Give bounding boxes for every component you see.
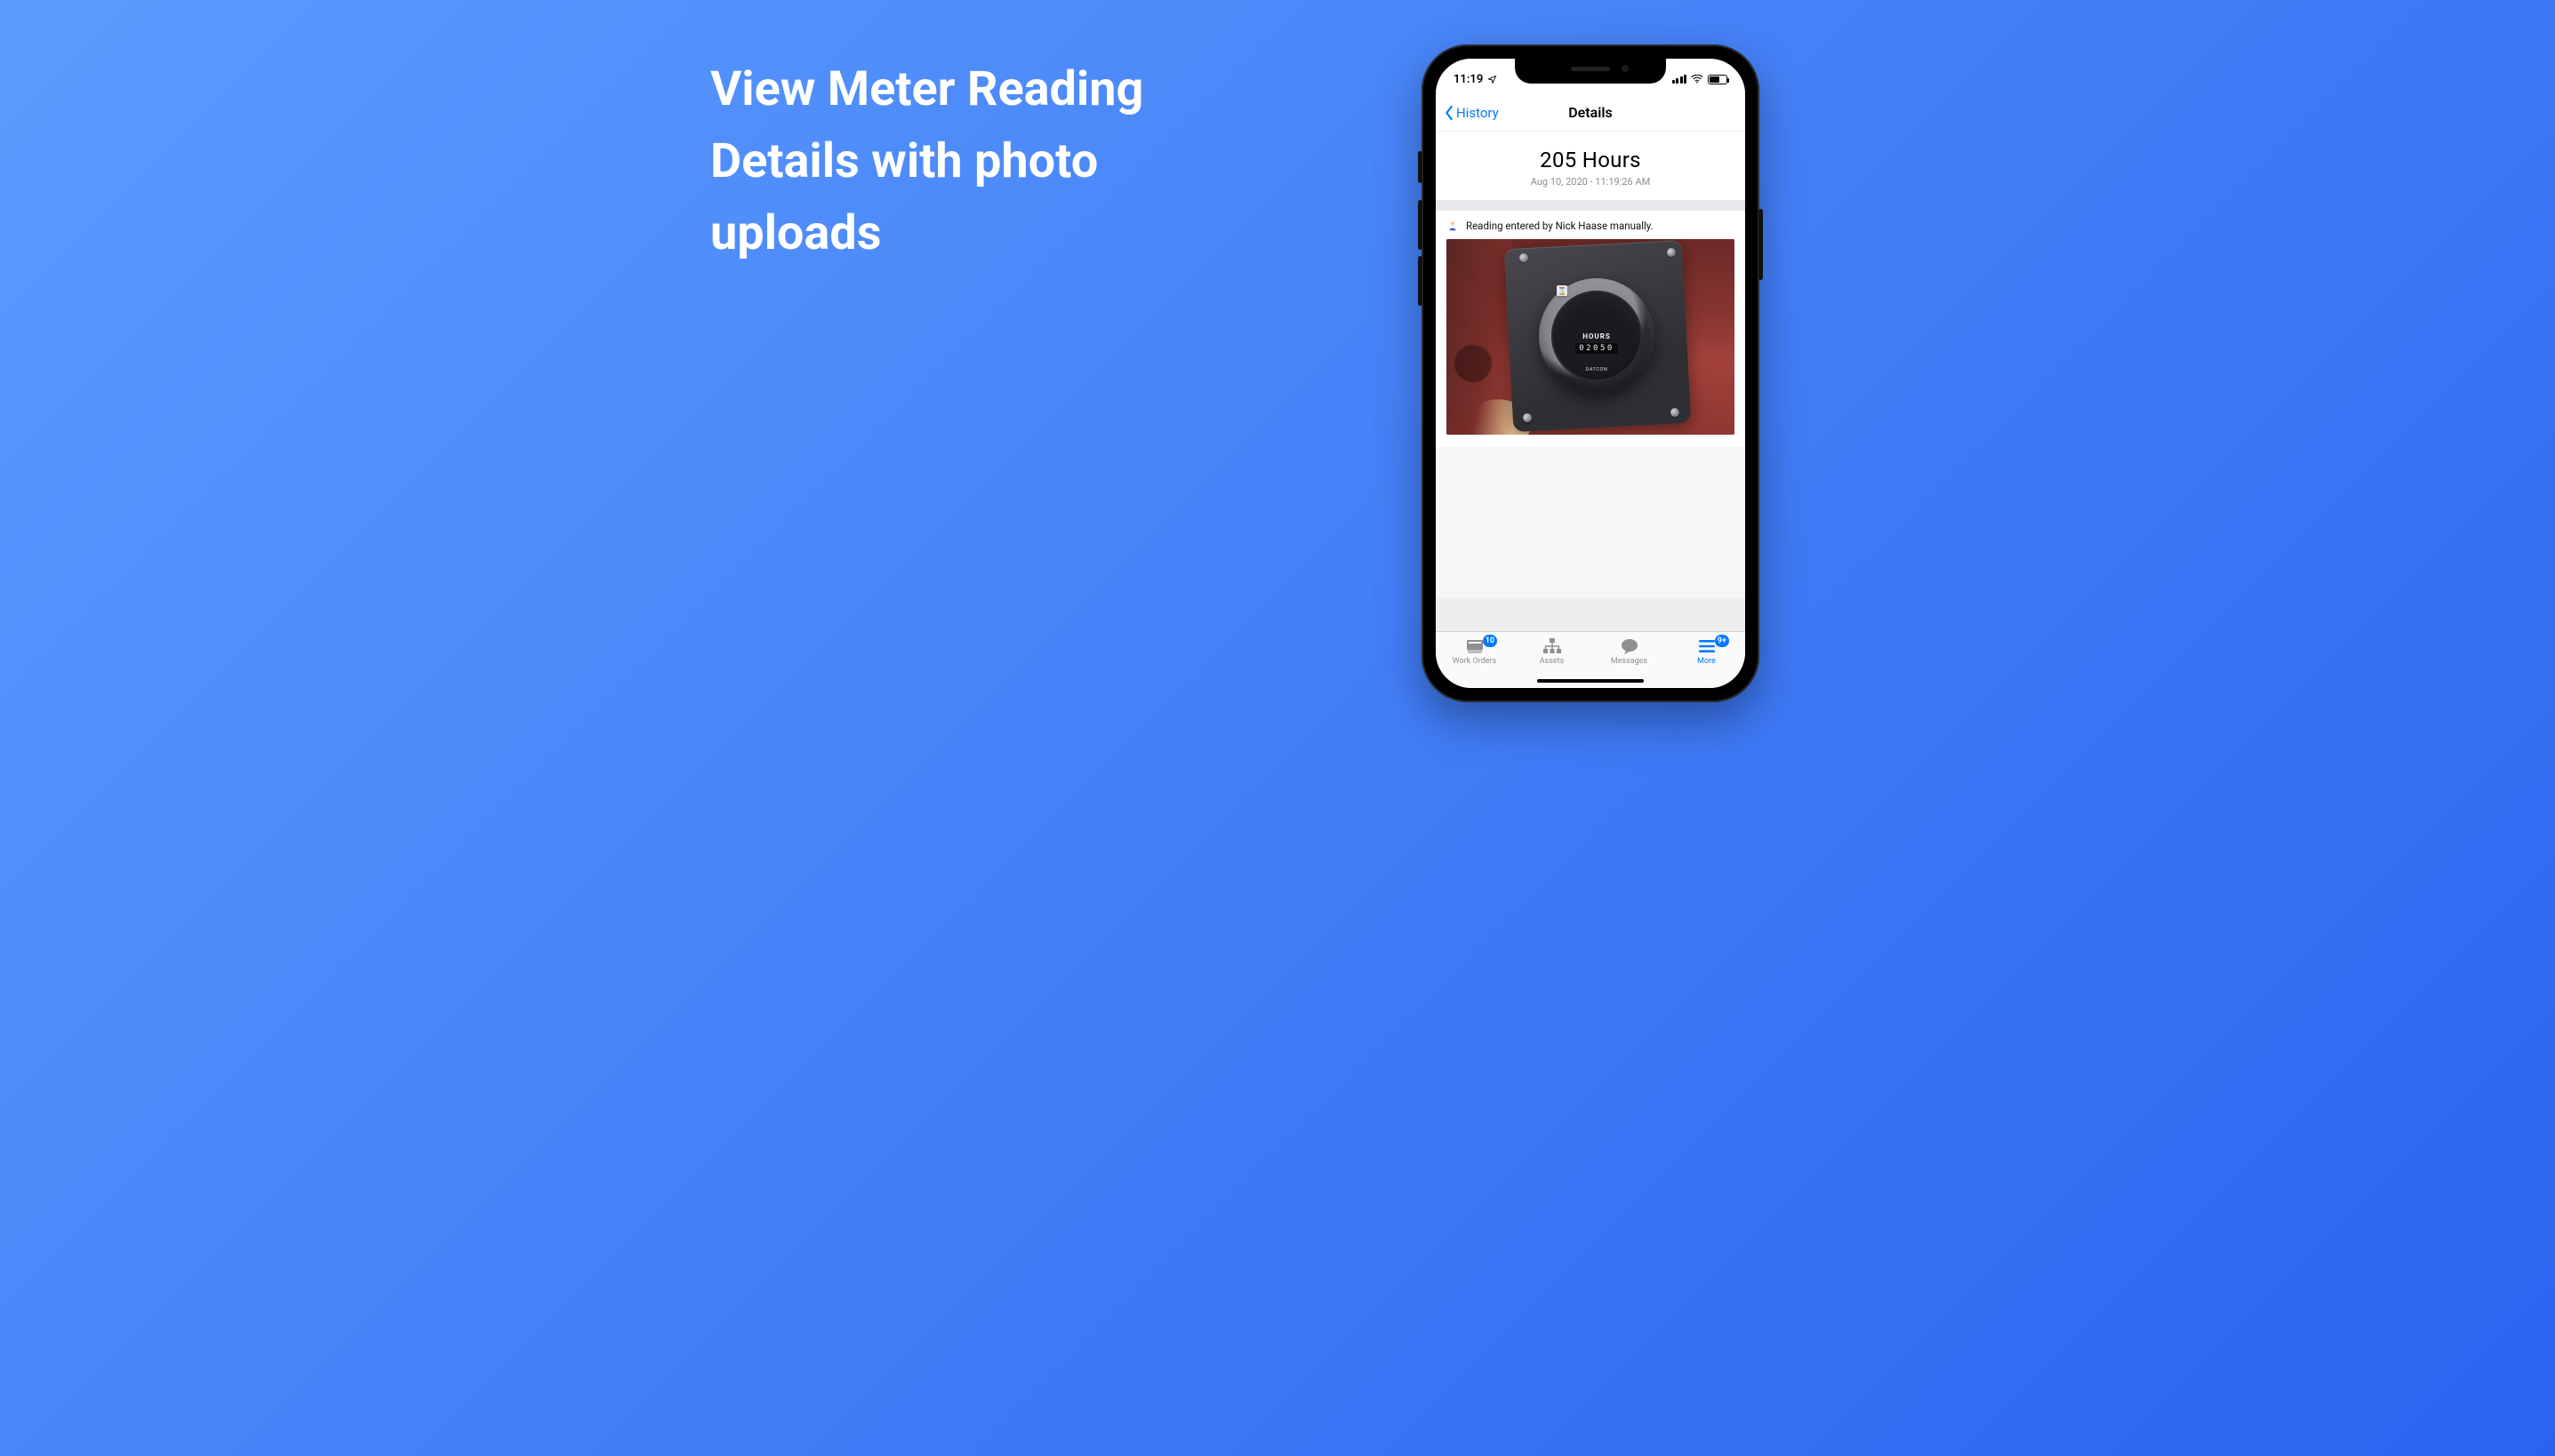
section-divider [1436, 200, 1745, 211]
front-camera [1622, 65, 1629, 72]
signal-icon [1672, 75, 1687, 84]
more-icon [1696, 637, 1718, 655]
tab-label: Assets [1540, 657, 1565, 666]
nav-title: Details [1568, 104, 1613, 121]
entry-card: Reading entered by Nick Haase manually. … [1436, 211, 1745, 447]
tab-badge: 10 [1483, 635, 1497, 647]
side-button [1418, 151, 1422, 183]
reading-photo[interactable]: ⌛ HOURS 02050 DATCON [1446, 239, 1734, 435]
work-orders-icon [1464, 637, 1486, 655]
screw [1670, 408, 1679, 417]
side-button [1418, 256, 1422, 306]
tab-work-orders[interactable]: 10 Work Orders [1436, 637, 1513, 666]
gauge-digits: 02050 [1575, 343, 1618, 354]
back-button[interactable]: History [1445, 105, 1499, 121]
headline-text: View Meter Reading Details with photo up… [710, 53, 1208, 269]
home-indicator[interactable] [1537, 679, 1644, 683]
person-icon [1446, 220, 1459, 232]
speaker [1571, 67, 1610, 71]
photo-shadow [1446, 239, 1512, 435]
messages-icon [1619, 637, 1640, 655]
screw [1523, 413, 1532, 422]
status-time: 11:19 [1454, 73, 1483, 86]
battery-icon [1708, 75, 1727, 84]
gauge-label: HOURS [1582, 332, 1611, 340]
marketing-slide: View Meter Reading Details with photo up… [630, 0, 1925, 725]
chevron-left-icon [1445, 106, 1454, 120]
tab-label: Messages [1611, 657, 1647, 666]
back-label: History [1456, 105, 1499, 121]
phone-frame: 11:19 [1422, 44, 1759, 702]
screw [1519, 253, 1528, 262]
reading-value: 205 Hours [1445, 148, 1736, 172]
tab-assets[interactable]: Assets [1513, 637, 1590, 666]
tab-messages[interactable]: Messages [1590, 637, 1668, 666]
assets-icon [1542, 637, 1563, 655]
reading-summary: 205 Hours Aug 10, 2020 - 11:19:26 AM [1436, 132, 1745, 200]
content-area: 205 Hours Aug 10, 2020 - 11:19:26 AM Rea… [1436, 132, 1745, 631]
wifi-icon [1691, 75, 1703, 84]
side-button [1758, 209, 1763, 280]
gauge-brand: DATCON [1586, 367, 1608, 372]
reading-timestamp: Aug 10, 2020 - 11:19:26 AM [1445, 176, 1736, 188]
side-button [1418, 200, 1422, 250]
phone-screen: 11:19 [1436, 59, 1745, 688]
location-icon [1487, 75, 1497, 84]
screw [1667, 248, 1676, 257]
tab-label: More [1697, 657, 1716, 666]
nav-bar: History Details [1436, 94, 1745, 132]
entered-by-text: Reading entered by Nick Haase manually. [1466, 220, 1654, 232]
tab-badge: 9+ [1715, 635, 1729, 647]
empty-space [1436, 447, 1745, 598]
entered-by-row: Reading entered by Nick Haase manually. [1446, 220, 1734, 232]
gauge-face: HOURS 02050 DATCON [1551, 291, 1642, 381]
phone-notch [1515, 59, 1666, 84]
tab-label: Work Orders [1453, 657, 1497, 666]
tab-more[interactable]: 9+ More [1668, 637, 1745, 666]
gauge-marker-icon: ⌛ [1557, 285, 1567, 296]
